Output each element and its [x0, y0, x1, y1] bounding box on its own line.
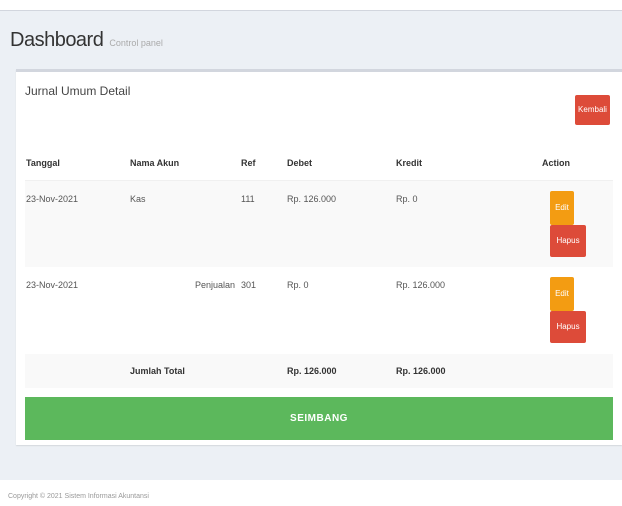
total-kredit: Rp. 126.000: [396, 366, 446, 376]
cell-spacer: [501, 267, 541, 354]
cell-debet: Rp. 126.000: [287, 193, 337, 204]
cell-debet: Rp. 0: [287, 280, 309, 290]
delete-button[interactable]: Hapus: [550, 224, 586, 257]
edit-button[interactable]: Edit: [550, 190, 574, 225]
table-header-row: Tanggal Nama Akun Ref Debet Kredit Actio…: [25, 147, 613, 181]
cell-actions: Edit Hapus: [541, 180, 613, 267]
cell-spacer: [501, 180, 541, 267]
box-title: Jurnal Umum Detail: [25, 84, 131, 98]
balance-status-bar: SEIMBANG: [25, 397, 613, 440]
cell-nama-akun: Kas: [130, 193, 146, 204]
total-debet: Rp. 126.000: [287, 366, 337, 376]
cell-kredit: Rp. 126.000: [396, 280, 446, 290]
total-spacer: [240, 354, 286, 388]
cell-ref: 111: [241, 193, 255, 204]
header-kredit: Kredit: [395, 147, 501, 181]
content-wrapper: Dashboard Control panel Jurnal Umum Deta…: [0, 10, 622, 480]
table-row: 23-Nov-2021 Penjualan 301 Rp. 0 Rp. 126.…: [25, 267, 613, 354]
journal-table: Tanggal Nama Akun Ref Debet Kredit Actio…: [25, 147, 613, 388]
action-group: Edit Hapus: [550, 277, 613, 343]
header-debet: Debet: [286, 147, 395, 181]
total-spacer: [541, 354, 613, 388]
header-tanggal: Tanggal: [25, 147, 129, 181]
cell-kredit: Rp. 0: [396, 193, 418, 204]
cell-ref: 301: [241, 280, 257, 290]
action-group: Edit Hapus: [550, 190, 613, 257]
footer-copyright: Copyright © 2021 Sistem Informasi Akunta…: [8, 493, 149, 500]
header-nama-akun: Nama Akun: [129, 147, 240, 181]
total-spacer: [501, 354, 541, 388]
total-spacer: [25, 354, 129, 388]
cell-nama-akun: Penjualan: [194, 280, 235, 290]
total-label: Jumlah Total: [130, 366, 185, 376]
cell-actions: Edit Hapus: [541, 267, 613, 354]
header-action: Action: [541, 147, 613, 181]
table-row: 23-Nov-2021 Kas 111 Rp. 126.000 Rp. 0 Ed…: [25, 180, 613, 267]
page-title: Dashboard: [10, 29, 104, 51]
cell-tanggal: 23-Nov-2021: [26, 193, 79, 204]
total-row: Jumlah Total Rp. 126.000 Rp. 126.000: [25, 354, 613, 388]
content-header: Dashboard Control panel: [10, 29, 163, 52]
journal-detail-box: Jurnal Umum Detail Kembali Tanggal Nama …: [16, 69, 622, 445]
cell-tanggal: 23-Nov-2021: [26, 280, 79, 290]
header-ref: Ref: [240, 147, 286, 181]
delete-button[interactable]: Hapus: [550, 311, 586, 343]
page-subtitle: Control panel: [109, 38, 163, 48]
edit-button[interactable]: Edit: [550, 277, 574, 311]
back-button[interactable]: Kembali: [575, 95, 610, 125]
header-spacer: [501, 147, 541, 181]
